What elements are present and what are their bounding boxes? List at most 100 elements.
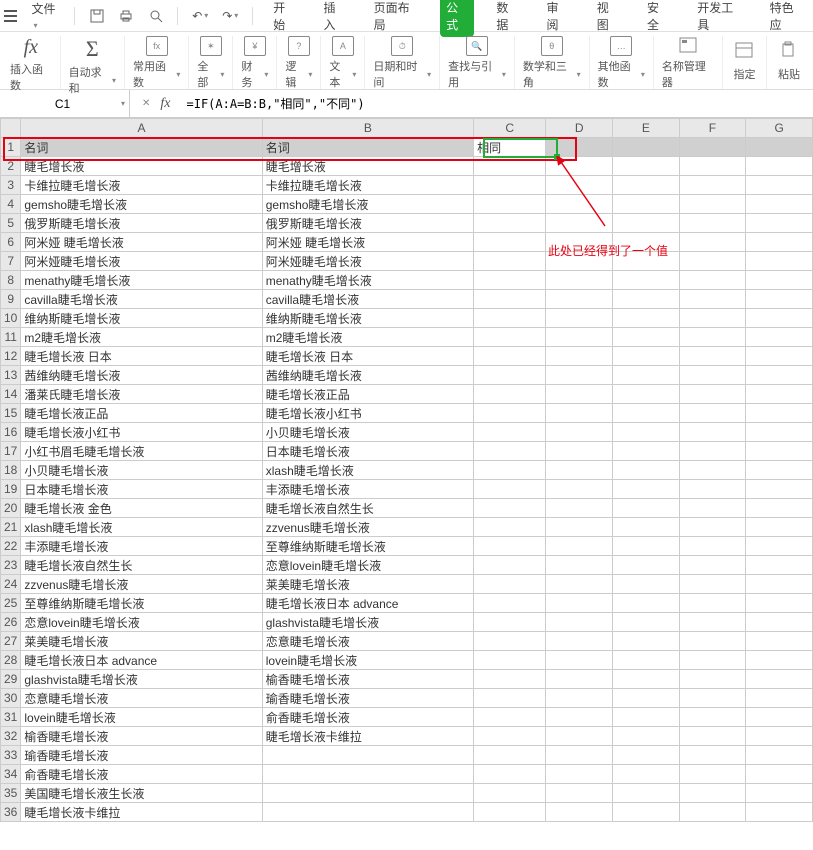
cell[interactable] (613, 442, 680, 461)
cell[interactable] (679, 651, 746, 670)
cell[interactable]: 睫毛增长液自然生长 (21, 556, 262, 575)
cell[interactable] (679, 632, 746, 651)
cell[interactable]: 卡维拉睫毛增长液 (262, 176, 473, 195)
cell[interactable] (679, 290, 746, 309)
cell[interactable]: 睫毛增长液 (21, 157, 262, 176)
cell[interactable] (613, 328, 680, 347)
row-header[interactable]: 4 (1, 195, 21, 214)
ribbon-group-12[interactable]: 指定 (723, 36, 767, 89)
cell[interactable] (746, 195, 813, 214)
cell[interactable]: 茜维纳睫毛增长液 (262, 366, 473, 385)
undo-icon[interactable]: ↶▾ (192, 8, 208, 24)
cell[interactable] (613, 594, 680, 613)
cell[interactable] (474, 347, 546, 366)
cell[interactable]: 阿米娅 睫毛增长液 (262, 233, 473, 252)
cell[interactable] (679, 613, 746, 632)
cell[interactable]: 日本睫毛增长液 (262, 442, 473, 461)
cell[interactable] (474, 727, 546, 746)
cell[interactable] (679, 309, 746, 328)
row-header[interactable]: 3 (1, 176, 21, 195)
row-header[interactable]: 5 (1, 214, 21, 233)
cell[interactable] (474, 385, 546, 404)
cell[interactable] (474, 746, 546, 765)
ribbon-tab-2[interactable]: 页面布局 (368, 0, 424, 37)
cell[interactable] (613, 670, 680, 689)
row-header[interactable]: 24 (1, 575, 21, 594)
cell[interactable] (474, 461, 546, 480)
fill-handle[interactable] (554, 154, 560, 160)
cell[interactable] (546, 746, 613, 765)
cell[interactable] (679, 670, 746, 689)
cell[interactable] (262, 765, 473, 784)
row-header[interactable]: 34 (1, 765, 21, 784)
cell[interactable] (613, 803, 680, 822)
ribbon-group-6[interactable]: A文本▾ (321, 36, 365, 89)
cell[interactable]: 睫毛增长液 日本 (21, 347, 262, 366)
cell[interactable]: 至尊维纳斯睫毛增长液 (262, 537, 473, 556)
cell[interactable] (474, 651, 546, 670)
cell[interactable] (546, 404, 613, 423)
cell[interactable]: 瑜香睫毛增长液 (262, 689, 473, 708)
cell[interactable]: glashvista睫毛增长液 (262, 613, 473, 632)
cell[interactable] (679, 537, 746, 556)
row-header[interactable]: 12 (1, 347, 21, 366)
cell[interactable]: 恋意睫毛增长液 (21, 689, 262, 708)
cell[interactable] (546, 271, 613, 290)
cell[interactable]: m2睫毛增长液 (21, 328, 262, 347)
cell[interactable] (746, 366, 813, 385)
cell[interactable] (613, 632, 680, 651)
ribbon-group-11[interactable]: 名称管理器 (654, 36, 723, 89)
cell[interactable] (546, 347, 613, 366)
cell[interactable] (679, 157, 746, 176)
cell[interactable] (474, 328, 546, 347)
cell[interactable] (679, 461, 746, 480)
cell[interactable] (746, 556, 813, 575)
cell[interactable] (613, 347, 680, 366)
cell[interactable] (474, 233, 546, 252)
cell[interactable] (746, 404, 813, 423)
cell[interactable] (746, 176, 813, 195)
cell[interactable] (679, 594, 746, 613)
row-header[interactable]: 28 (1, 651, 21, 670)
row-header[interactable]: 13 (1, 366, 21, 385)
cell[interactable] (679, 347, 746, 366)
cell[interactable] (613, 461, 680, 480)
cell[interactable]: 维纳斯睫毛增长液 (262, 309, 473, 328)
print-icon[interactable] (119, 8, 134, 24)
cell[interactable] (746, 252, 813, 271)
ribbon-tab-3[interactable]: 公式 (440, 0, 474, 37)
cell[interactable] (613, 214, 680, 233)
cell[interactable]: 小贝睫毛增长液 (21, 461, 262, 480)
cell[interactable] (474, 594, 546, 613)
cell[interactable] (474, 537, 546, 556)
cell[interactable]: 维纳斯睫毛增长液 (21, 309, 262, 328)
cell[interactable] (613, 746, 680, 765)
cell[interactable] (474, 765, 546, 784)
cell[interactable] (474, 499, 546, 518)
cell[interactable]: 美国睫毛增长液生长液 (21, 784, 262, 803)
row-header[interactable]: 29 (1, 670, 21, 689)
cell[interactable] (679, 727, 746, 746)
cell[interactable] (546, 214, 613, 233)
row-header[interactable]: 19 (1, 480, 21, 499)
cell[interactable]: 莱美睫毛增长液 (21, 632, 262, 651)
ribbon-tab-4[interactable]: 数据 (490, 0, 524, 37)
row-header[interactable]: 27 (1, 632, 21, 651)
cell[interactable] (613, 575, 680, 594)
row-header[interactable]: 7 (1, 252, 21, 271)
cell[interactable]: 恋意lovein睫毛增长液 (262, 556, 473, 575)
cell[interactable] (546, 499, 613, 518)
cell[interactable] (613, 784, 680, 803)
cell[interactable]: 俞香睫毛增长液 (262, 708, 473, 727)
row-header[interactable]: 22 (1, 537, 21, 556)
cell[interactable] (613, 366, 680, 385)
cell[interactable] (746, 575, 813, 594)
cell[interactable] (262, 803, 473, 822)
ribbon-tab-8[interactable]: 开发工具 (691, 0, 747, 37)
col-header-E[interactable]: E (613, 119, 680, 138)
cell[interactable]: xlash睫毛增长液 (262, 461, 473, 480)
ribbon-group-9[interactable]: θ数学和三角▾ (515, 36, 590, 89)
spreadsheet-grid[interactable]: ABCDEFG1名词名词相同2睫毛增长液睫毛增长液3卡维拉睫毛增长液卡维拉睫毛增… (0, 118, 813, 822)
row-header[interactable]: 2 (1, 157, 21, 176)
cell[interactable] (679, 176, 746, 195)
